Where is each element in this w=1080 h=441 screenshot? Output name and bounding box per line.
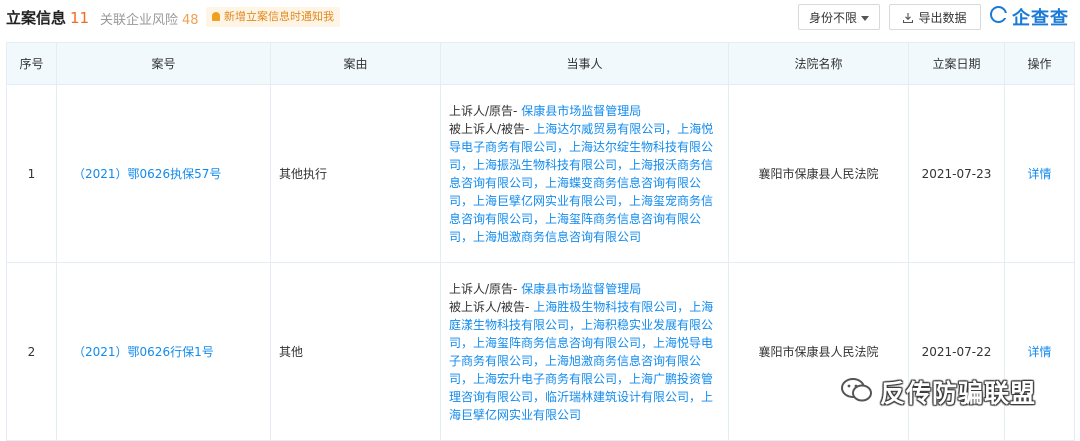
export-label: 导出数据 [918,11,967,25]
court-name: 襄阳市保康县人民法院 [728,84,909,263]
col-header-no: 序号 [6,42,57,85]
export-data-button[interactable]: 导出数据 [889,4,981,30]
plaintiff-line: 上诉人/原告- 保康县市场监督管理局 [449,102,722,120]
plaintiff-link[interactable]: 保康县市场监督管理局 [521,104,641,118]
plaintiff-link[interactable]: 保康县市场监督管理局 [521,282,641,296]
notify-button[interactable]: 新增立案信息时通知我 [206,7,340,27]
plaintiff-line: 上诉人/原告- 保康县市场监督管理局 [449,280,722,298]
notify-label: 新增立案信息时通知我 [224,10,334,23]
col-header-court: 法院名称 [728,42,909,85]
case-number-link[interactable]: （2021）鄂0626行保1号 [56,262,271,441]
col-header-case-no[interactable]: 案号 [56,42,271,85]
col-header-parties: 当事人 [440,42,729,85]
tab-case-filing[interactable]: 立案信息 11 [6,7,89,28]
defendant-line: 被上诉人/被告- 上海达尔威贸易有限公司，上海悦导电子商务有限公司，上海达尔绽生… [449,120,722,246]
table-row: 2 （2021）鄂0626行保1号 其他 上诉人/原告- 保康县市场监督管理局 … [6,262,1075,441]
tab-count: 11 [70,9,90,27]
parties-cell: 上诉人/原告- 保康县市场监督管理局 被上诉人/被告- 上海达尔威贸易有限公司，… [440,84,729,263]
tab-count: 48 [182,13,199,28]
bell-icon [212,12,220,21]
download-icon [903,13,914,23]
detail-link[interactable]: 详情 [1004,262,1075,441]
wechat-icon [841,378,872,402]
col-header-action: 操作 [1004,42,1075,85]
watermark-text: 反传防骗联盟 [880,379,1037,408]
defendant-role: 被上诉人/被告- [449,121,530,136]
identity-filter-label: 身份不限 [808,11,857,25]
row-number: 2 [6,262,57,441]
parties-cell: 上诉人/原告- 保康县市场监督管理局 被上诉人/被告- 上海胜极生物科技有限公司… [440,262,729,441]
tab-related-risk[interactable]: 关联企业风险 48 [100,9,199,28]
table-row: 1 （2021）鄂0626执保57号 其他执行 上诉人/原告- 保康县市场监督管… [6,84,1075,263]
tab-label: 立案信息 [6,9,67,27]
logo-text: 企查查 [1012,8,1069,29]
top-bar: 立案信息 11 关联企业风险 48 新增立案信息时通知我 身份不限 导出数据 企查查 [0,0,1080,36]
table-header-row: 序号 案号 案由 当事人 法院名称 立案日期 操作 [6,42,1075,85]
defendant-role: 被上诉人/被告- [449,299,530,314]
plaintiff-role: 上诉人/原告- [449,103,518,118]
case-number-link[interactable]: （2021）鄂0626执保57号 [56,84,271,263]
caret-down-icon [861,16,869,21]
filing-date: 2021-07-23 [908,84,1005,263]
logo-icon [990,6,1008,23]
col-header-reason: 案由 [270,42,441,85]
detail-link[interactable]: 详情 [1004,84,1075,263]
case-reason: 其他 [270,262,441,441]
tab-label: 关联企业风险 [100,13,179,28]
filing-date: 2021-07-22 [908,262,1005,441]
case-reason: 其他执行 [270,84,441,263]
defendant-links[interactable]: 上海胜极生物科技有限公司，上海庭漾生物科技有限公司，上海积稳实业发展有限公司，上… [449,300,713,422]
row-number: 1 [6,84,57,263]
defendant-line: 被上诉人/被告- 上海胜极生物科技有限公司，上海庭漾生物科技有限公司，上海积稳实… [449,298,722,424]
court-name: 襄阳市保康县人民法院 [728,262,909,441]
defendant-links[interactable]: 上海达尔威贸易有限公司，上海悦导电子商务有限公司，上海达尔绽生物科技有限公司，上… [449,122,713,244]
col-header-date: 立案日期 [908,42,1005,85]
plaintiff-role: 上诉人/原告- [449,281,518,296]
identity-filter-dropdown[interactable]: 身份不限 [798,4,880,30]
